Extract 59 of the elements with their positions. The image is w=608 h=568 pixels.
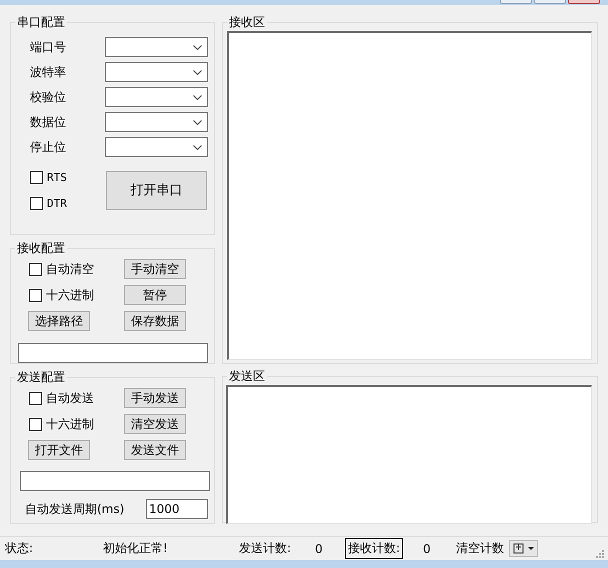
chevron-icon: [193, 120, 202, 124]
clear-count-dropdown[interactable]: [509, 540, 538, 557]
checkbox[interactable]: [30, 170, 43, 184]
dropdown[interactable]: [105, 137, 208, 157]
chevron-icon: [193, 144, 202, 150]
checkbox[interactable]: [30, 196, 43, 210]
checkbox-label: DTR: [47, 196, 67, 210]
receive-count: 0: [423, 542, 432, 556]
checkbox-label: 十六进制: [46, 416, 94, 432]
minimize-button[interactable]: [500, 0, 532, 4]
checkbox[interactable]: [29, 418, 42, 430]
chevron-icon: [193, 44, 202, 50]
dropdown[interactable]: [105, 37, 208, 57]
chevron-icon: [193, 94, 202, 100]
send-count-label: 发送计数:: [239, 540, 292, 557]
action-button[interactable]: 发送文件: [124, 440, 186, 460]
send-count: 0: [315, 542, 324, 556]
open-port-button[interactable]: 打开串口: [106, 170, 207, 210]
checkbox-label: RTS: [47, 170, 67, 184]
maximize-button[interactable]: [534, 0, 566, 4]
field-label: 数据位: [30, 114, 66, 130]
period-input[interactable]: 1000: [146, 499, 208, 519]
action-button[interactable]: 暂停: [124, 285, 186, 305]
checkbox-label: 自动清空: [46, 260, 94, 278]
close-button[interactable]: [568, 0, 600, 4]
group-title: 接收区: [228, 15, 266, 29]
group-title: 接收配置: [16, 241, 66, 255]
action-button[interactable]: 清空发送: [124, 414, 186, 434]
checkbox[interactable]: [29, 392, 42, 404]
file-path-field[interactable]: [20, 471, 210, 491]
caret-icon: [528, 546, 534, 550]
status-label: 状态:: [5, 540, 34, 557]
dropdown[interactable]: [105, 112, 208, 132]
receive-count-label: 接收计数:: [345, 538, 404, 559]
action-button[interactable]: 选择路径: [28, 311, 90, 331]
group-title: 发送区: [228, 369, 266, 383]
action-button[interactable]: 手动发送: [124, 388, 186, 408]
checkbox[interactable]: [29, 288, 42, 302]
path-field[interactable]: [18, 343, 208, 363]
checkbox[interactable]: [29, 262, 42, 276]
group-title: 串口配置: [16, 15, 66, 29]
field-label: 校验位: [30, 88, 66, 106]
clear-count-label: 清空计数: [456, 540, 504, 557]
action-button[interactable]: 手动清空: [124, 259, 186, 279]
checkbox-label: 十六进制: [46, 286, 94, 304]
period-label: 自动发送周期(ms): [25, 500, 124, 518]
field-label: 端口号: [30, 38, 66, 56]
status-text: 初始化正常!: [103, 540, 169, 557]
reset-icon: [513, 543, 524, 554]
chevron-icon: [193, 70, 202, 74]
dropdown[interactable]: [105, 87, 208, 107]
checkbox-label: 自动发送: [46, 390, 94, 406]
action-button[interactable]: 打开文件: [28, 440, 90, 460]
dropdown[interactable]: [105, 62, 208, 82]
group-title: 发送配置: [16, 370, 66, 384]
action-button[interactable]: 保存数据: [124, 311, 186, 331]
resize-grip-icon: [594, 548, 604, 558]
field-label: 停止位: [30, 138, 66, 156]
field-label: 波特率: [30, 64, 66, 80]
